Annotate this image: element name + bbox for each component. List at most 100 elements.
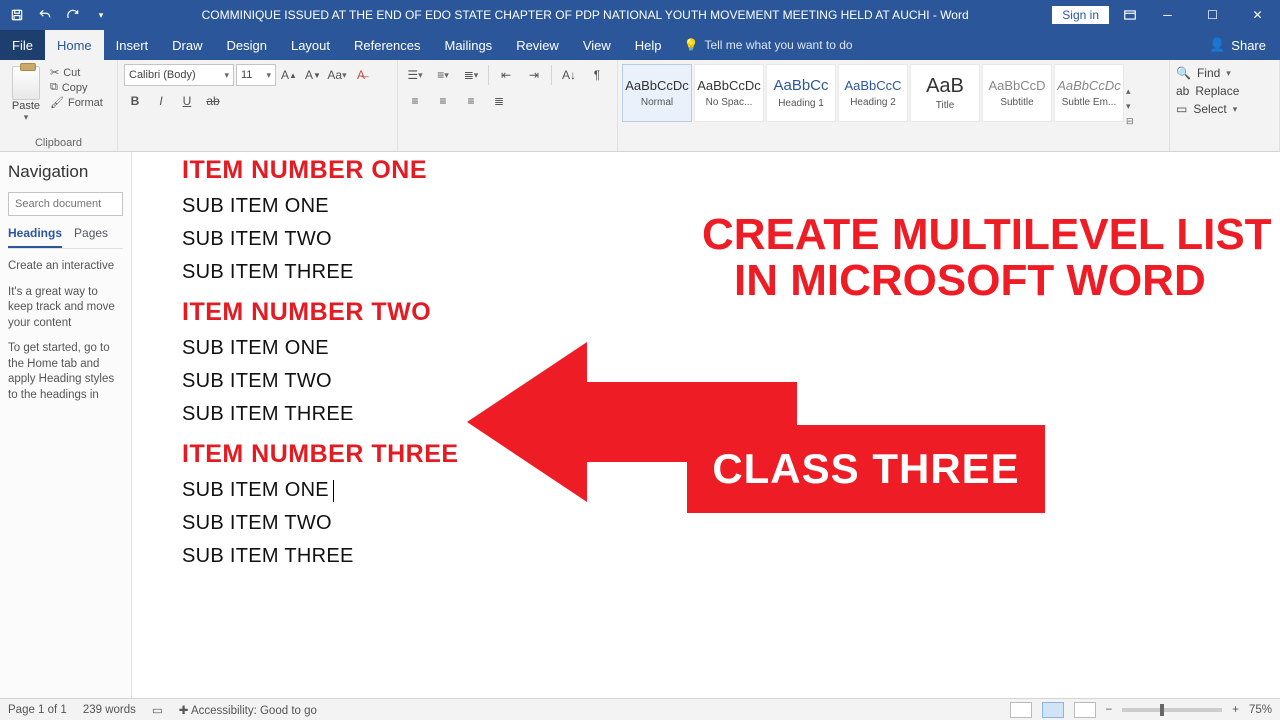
italic-button[interactable]: I: [150, 90, 172, 112]
close-button[interactable]: ✕: [1235, 0, 1280, 30]
grow-font-icon[interactable]: A▲: [278, 64, 300, 86]
style-normal[interactable]: AaBbCcDcNormal: [622, 64, 692, 122]
select-icon: ▭: [1176, 102, 1187, 116]
status-words[interactable]: 239 words: [83, 704, 136, 716]
tell-me-label: Tell me what you want to do: [704, 38, 852, 52]
align-left-icon[interactable]: ≡: [404, 90, 426, 112]
nav-search-input[interactable]: [8, 192, 123, 216]
sign-in-button[interactable]: Sign in: [1052, 6, 1109, 24]
tab-mailings[interactable]: Mailings: [433, 30, 505, 60]
copy-icon: ⧉: [50, 81, 58, 94]
tab-view[interactable]: View: [571, 30, 623, 60]
title-bar: ▾ COMMINIQUE ISSUED AT THE END OF EDO ST…: [0, 0, 1280, 30]
tab-file[interactable]: File: [0, 30, 45, 60]
copy-button[interactable]: ⧉Copy: [50, 81, 103, 94]
view-web-layout[interactable]: [1074, 702, 1096, 718]
select-button[interactable]: ▭Select▾: [1176, 100, 1273, 118]
find-icon: 🔍: [1176, 66, 1191, 80]
font-name-combo[interactable]: Calibri (Body)▾: [124, 64, 234, 86]
tab-design[interactable]: Design: [215, 30, 279, 60]
group-editing: 🔍Find▾ abReplace ▭Select▾: [1170, 60, 1280, 151]
minimize-button[interactable]: ─: [1145, 0, 1190, 30]
format-painter-button[interactable]: 🖌Format: [50, 96, 103, 109]
style-subtle-em[interactable]: AaBbCcDcSubtle Em...: [1054, 64, 1124, 122]
group-clipboard: Paste ▾ ✂Cut ⧉Copy 🖌Format Clipboard: [0, 60, 118, 151]
change-case-icon[interactable]: Aa▾: [326, 64, 348, 86]
navigation-pane: Navigation Headings Pages Create an inte…: [0, 152, 132, 698]
bold-button[interactable]: B: [124, 90, 146, 112]
tab-layout[interactable]: Layout: [279, 30, 342, 60]
quick-access-toolbar: ▾: [0, 6, 118, 24]
multilevel-icon[interactable]: ≣▾: [460, 64, 482, 86]
sort-icon[interactable]: A↓: [558, 64, 580, 86]
ribbon-display-options-icon[interactable]: [1115, 0, 1145, 30]
save-icon[interactable]: [8, 6, 26, 24]
find-button[interactable]: 🔍Find▾: [1176, 64, 1273, 82]
text-cursor: [333, 480, 334, 502]
replace-button[interactable]: abReplace: [1176, 82, 1273, 100]
nav-tab-pages[interactable]: Pages: [74, 226, 108, 248]
nav-title: Navigation: [8, 162, 123, 182]
paste-button[interactable]: Paste ▾: [6, 64, 46, 130]
tab-references[interactable]: References: [342, 30, 432, 60]
paste-icon: [12, 66, 40, 100]
font-size-combo[interactable]: 11▾: [236, 64, 276, 86]
zoom-in-button[interactable]: +: [1232, 704, 1239, 716]
document-area[interactable]: ITEM NUMBER ONE SUB ITEM ONE SUB ITEM TW…: [132, 152, 1280, 698]
nav-hint-3: To get started, go to the Home tab and a…: [8, 341, 123, 403]
style-heading2[interactable]: AaBbCcCHeading 2: [838, 64, 908, 122]
tab-help[interactable]: Help: [623, 30, 674, 60]
zoom-slider[interactable]: [1122, 708, 1222, 712]
ribbon: Paste ▾ ✂Cut ⧉Copy 🖌Format Clipboard Cal…: [0, 60, 1280, 152]
clear-format-icon[interactable]: A̶: [350, 64, 372, 86]
tab-draw[interactable]: Draw: [160, 30, 214, 60]
group-label-clipboard: Clipboard: [6, 135, 111, 149]
tab-home[interactable]: Home: [45, 30, 104, 60]
numbering-icon[interactable]: ≡▾: [432, 64, 454, 86]
styles-gallery-more[interactable]: ▴▾⊟: [1126, 64, 1144, 149]
nav-hint-1: Create an interactive: [8, 259, 123, 275]
cut-button[interactable]: ✂Cut: [50, 66, 103, 79]
status-page[interactable]: Page 1 of 1: [8, 704, 67, 716]
show-marks-icon[interactable]: ¶: [586, 64, 608, 86]
align-right-icon[interactable]: ≡: [460, 90, 482, 112]
maximize-button[interactable]: ☐: [1190, 0, 1235, 30]
sub-item: SUB ITEM THREE: [182, 545, 1260, 568]
redo-icon[interactable]: [64, 6, 82, 24]
style-heading1[interactable]: AaBbCcHeading 1: [766, 64, 836, 122]
qat-customize-icon[interactable]: ▾: [92, 6, 110, 24]
zoom-out-button[interactable]: −: [1106, 704, 1113, 716]
shrink-font-icon[interactable]: A▼: [302, 64, 324, 86]
view-read-mode[interactable]: [1010, 702, 1032, 718]
align-center-icon[interactable]: ≡: [432, 90, 454, 112]
heading-item-1: ITEM NUMBER ONE: [182, 156, 1260, 185]
style-title[interactable]: AaBTitle: [910, 64, 980, 122]
tab-review[interactable]: Review: [504, 30, 571, 60]
status-proof-icon[interactable]: ▭: [152, 703, 163, 717]
ribbon-tabs: File Home Insert Draw Design Layout Refe…: [0, 30, 1280, 60]
underline-button[interactable]: U: [176, 90, 198, 112]
style-subtitle[interactable]: AaBbCcDSubtitle: [982, 64, 1052, 122]
share-button[interactable]: 👤 Share: [1195, 30, 1280, 60]
bullets-icon[interactable]: ☰▾: [404, 64, 426, 86]
nav-tab-headings[interactable]: Headings: [8, 226, 62, 248]
strike-button[interactable]: ab: [202, 90, 224, 112]
style-no-spacing[interactable]: AaBbCcDcNo Spac...: [694, 64, 764, 122]
overlay-class-badge: CLASS THREE: [687, 425, 1045, 513]
view-print-layout[interactable]: [1042, 702, 1064, 718]
justify-icon[interactable]: ≣: [488, 90, 510, 112]
tell-me-search[interactable]: 💡 Tell me what you want to do: [674, 30, 863, 60]
decrease-indent-icon[interactable]: ⇤: [495, 64, 517, 86]
status-bar: Page 1 of 1 239 words ▭ ✚ Accessibility:…: [0, 698, 1280, 720]
lightbulb-icon: 💡: [684, 38, 699, 52]
status-accessibility[interactable]: ✚ Accessibility: Good to go: [179, 703, 317, 717]
tab-insert[interactable]: Insert: [104, 30, 161, 60]
nav-hint-2: It's a great way to keep track and move …: [8, 285, 123, 332]
scissors-icon: ✂: [50, 66, 59, 79]
share-icon: 👤: [1209, 37, 1225, 53]
group-font: Calibri (Body)▾ 11▾ A▲ A▼ Aa▾ A̶ B I U a…: [118, 60, 398, 151]
replace-icon: ab: [1176, 84, 1189, 98]
increase-indent-icon[interactable]: ⇥: [523, 64, 545, 86]
undo-icon[interactable]: [36, 6, 54, 24]
zoom-level[interactable]: 75%: [1249, 704, 1272, 716]
